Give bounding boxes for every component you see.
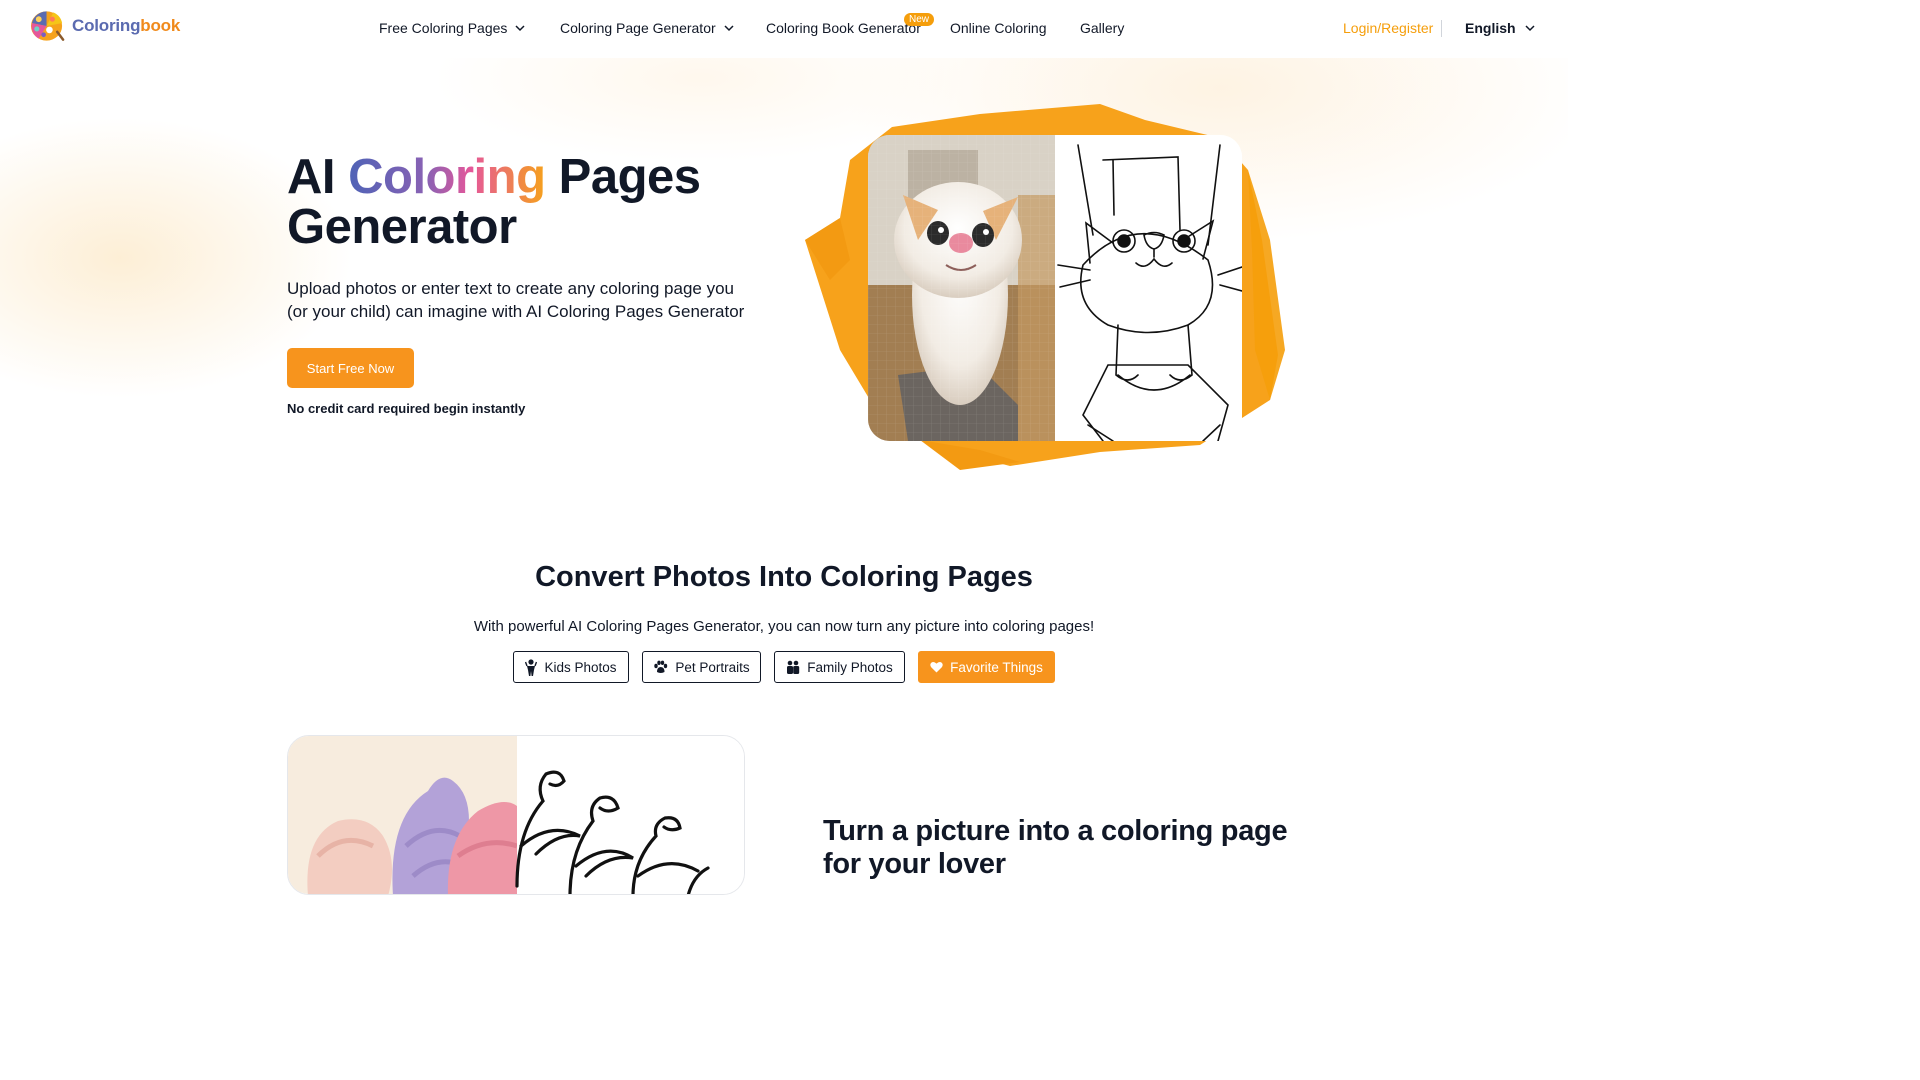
brand-logo[interactable]: Coloringbook: [30, 10, 180, 42]
chevron-down-icon: [724, 25, 734, 32]
language-label: English: [1465, 20, 1516, 36]
heart-icon: [930, 661, 943, 673]
cat-illustration: [868, 135, 1242, 441]
child-icon: [525, 658, 538, 676]
login-register-link[interactable]: Login/Register: [1343, 20, 1433, 36]
nav-gallery[interactable]: Gallery: [1080, 20, 1124, 36]
tab-label: Favorite Things: [950, 659, 1043, 675]
nav-online-coloring[interactable]: Online Coloring: [950, 20, 1047, 36]
feature-title: Turn a picture into a coloring page for …: [823, 815, 1288, 880]
hero-title: AI Coloring Pages Generator: [287, 152, 807, 252]
tab-kids-photos[interactable]: Kids Photos: [513, 651, 629, 683]
chevron-down-icon: [515, 25, 525, 32]
convert-section-title: Convert Photos Into Coloring Pages: [535, 561, 1033, 593]
no-credit-card-note: No credit card required begin instantly: [287, 401, 526, 416]
hero-subtitle: Upload photos or enter text to create an…: [287, 279, 745, 321]
tab-label: Family Photos: [807, 659, 893, 675]
brand-name: Coloringbook: [72, 16, 181, 35]
tab-label: Pet Portraits: [675, 659, 750, 675]
hero-background: [0, 58, 1568, 528]
palette-logo-icon: [30, 11, 65, 41]
language-selector[interactable]: English: [1465, 20, 1536, 36]
nav-label: Free Coloring Pages: [379, 20, 508, 36]
cupcake-before-after-image: [287, 735, 745, 895]
cat-before-after-image: [868, 135, 1242, 441]
paw-icon: [654, 660, 668, 673]
family-icon: [787, 660, 800, 674]
new-badge: New: [904, 13, 935, 26]
tab-label: Kids Photos: [544, 659, 617, 675]
convert-section-subtitle: With powerful AI Coloring Pages Generato…: [473, 618, 1095, 635]
nav-coloring-book-generator[interactable]: Coloring Book Generator: [766, 20, 921, 36]
nav-label: Online Coloring: [950, 20, 1047, 36]
nav-label: Gallery: [1080, 20, 1125, 36]
nav-free-coloring-pages[interactable]: Free Coloring Pages: [379, 20, 526, 36]
nav-label: Coloring Book Generator: [766, 20, 921, 36]
chevron-down-icon: [1525, 25, 1535, 32]
header-divider: [1441, 20, 1442, 37]
nav-coloring-page-generator[interactable]: Coloring Page Generator: [560, 20, 735, 36]
site-header: Coloringbook Free Coloring Pages Colorin…: [0, 0, 1568, 58]
title-word: AI: [287, 150, 336, 204]
tab-pet-portraits[interactable]: Pet Portraits: [642, 651, 761, 683]
start-free-button[interactable]: Start Free Now: [287, 348, 414, 388]
title-highlight: Coloring: [348, 150, 546, 204]
tab-family-photos[interactable]: Family Photos: [774, 651, 905, 683]
cupcake-illustration: [288, 736, 744, 894]
nav-label: Coloring Page Generator: [560, 20, 716, 36]
tab-favorite-things[interactable]: Favorite Things: [918, 651, 1055, 683]
